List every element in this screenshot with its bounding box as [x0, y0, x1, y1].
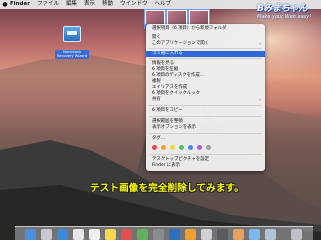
menu-item-label: 表示オプションを表示: [152, 125, 196, 130]
terminal-icon[interactable]: [217, 229, 228, 240]
video-caption: テスト画像を完全削除してみます。: [90, 183, 244, 194]
music-icon[interactable]: [121, 229, 132, 240]
menu-item-label: 選択項目（6 項目）から新規フォルダ: [152, 26, 227, 31]
desktop-icon-label: Macintosh Recovery Wizard: [55, 49, 89, 59]
messages-icon[interactable]: [137, 229, 148, 240]
calendar-icon[interactable]: [89, 229, 100, 240]
menu-item-label: このアプリケーションで開く: [152, 41, 209, 46]
photos-icon[interactable]: [185, 229, 196, 240]
menu-item-label: Finder に表示: [152, 163, 181, 168]
pages-icon[interactable]: [233, 229, 244, 240]
mail-icon[interactable]: [73, 229, 84, 240]
menu-item-label: 6 項目をコピー: [152, 108, 183, 113]
chevron-right-icon: ›: [259, 41, 261, 46]
menu-separator: [149, 133, 262, 134]
safari-icon[interactable]: [57, 229, 68, 240]
apple-menu-icon[interactable]: ●: [0, 0, 10, 9]
preview-icon[interactable]: [201, 229, 212, 240]
menu-window[interactable]: ウインドウ: [120, 0, 148, 9]
context-menu: 選択項目（6 項目）から新規フォルダ 開く このアプリケーションで開く › ゴミ箱…: [146, 24, 265, 171]
notes-icon[interactable]: [105, 229, 116, 240]
dock: [15, 226, 313, 240]
menu-item-show-view-options[interactable]: 表示オプションを表示: [146, 125, 265, 131]
launchpad-icon[interactable]: [41, 229, 52, 240]
menu-item-label: タグ…: [152, 136, 166, 141]
desktop-icon-recovery-wizard[interactable]: Macintosh Recovery Wizard: [55, 26, 89, 61]
site-logo: Bみまちゃん Make your Web easy!: [257, 1, 319, 21]
menu-item-label: 複製: [152, 79, 161, 84]
menu-help[interactable]: ヘルプ: [155, 0, 172, 9]
menu-item-label: 6 項目をクイックルック: [152, 91, 200, 96]
menu-item-share[interactable]: 共有 ›: [146, 97, 265, 103]
tag-green-icon[interactable]: [179, 145, 184, 150]
menu-item-label: 6 項目のディスクを作成…: [152, 73, 205, 78]
menu-item-label: 情報を見る: [152, 61, 174, 66]
desktop[interactable]: ● Finder ファイル 編集 表示 移動 ウインドウ ヘルプ Macinto…: [0, 0, 321, 240]
tag-red-icon[interactable]: [152, 145, 157, 150]
menu-item-open-with[interactable]: このアプリケーションで開く ›: [146, 41, 265, 47]
menu-go[interactable]: 移動: [102, 0, 113, 9]
chevron-right-icon: ›: [259, 97, 261, 102]
documents-icon[interactable]: [265, 229, 276, 240]
menu-separator: [149, 58, 262, 59]
menu-separator: [149, 105, 262, 106]
downloads-icon[interactable]: [249, 229, 260, 240]
menu-separator: [149, 48, 262, 49]
menu-item-label: エイリアスを作成: [152, 85, 188, 90]
logo-tagline: Make your Web easy!: [257, 14, 312, 20]
menu-item-move-to-trash[interactable]: ゴミ箱に入れる: [146, 51, 265, 57]
menu-separator: [149, 116, 262, 117]
menu-separator: [149, 154, 262, 155]
menu-item-reveal-in-finder[interactable]: Finder に表示: [146, 163, 265, 169]
menu-item-label: 共有: [152, 97, 161, 102]
menu-finder[interactable]: Finder: [10, 0, 30, 9]
app-store-icon[interactable]: [169, 229, 180, 240]
menu-item-label: 6 項目を圧縮: [152, 67, 179, 72]
tag-purple-icon[interactable]: [197, 145, 202, 150]
system-preferences-icon[interactable]: [153, 229, 164, 240]
tag-color-picker: [152, 145, 211, 150]
menu-item-label: デスクトップピクチャを設定: [152, 157, 210, 162]
menu-item-label: 開く: [152, 35, 161, 40]
menu-edit[interactable]: 編集: [66, 0, 77, 9]
drive-icon: [63, 26, 81, 42]
menu-file[interactable]: ファイル: [37, 0, 59, 9]
tag-blue-icon[interactable]: [188, 145, 193, 150]
menu-item-copy[interactable]: 6 項目をコピー: [146, 108, 265, 114]
tag-gray-icon[interactable]: [206, 145, 211, 150]
menu-item-tags[interactable]: タグ…: [146, 136, 265, 142]
menu-view[interactable]: 表示: [84, 0, 95, 9]
menu-item-new-folder-with-selection[interactable]: 選択項目（6 項目）から新規フォルダ: [146, 26, 265, 32]
menu-item-label: ゴミ箱に入れる: [152, 51, 183, 56]
menu-item-label: 選択範囲を整頓: [152, 119, 183, 124]
trash-icon[interactable]: [291, 229, 302, 240]
logo-title: Bみまちゃん: [257, 4, 308, 14]
finder-icon[interactable]: [25, 229, 36, 240]
tag-orange-icon[interactable]: [161, 145, 166, 150]
tag-yellow-icon[interactable]: [170, 145, 175, 150]
